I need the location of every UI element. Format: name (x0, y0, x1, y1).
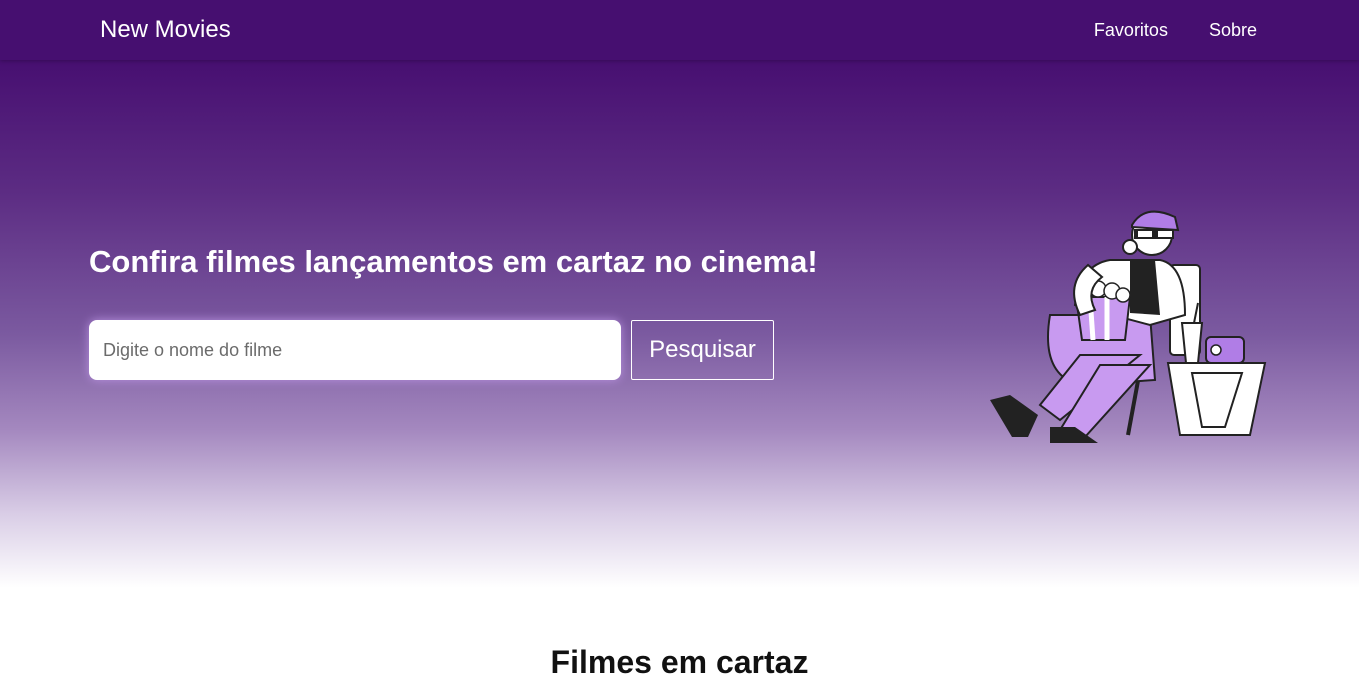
search-button[interactable]: Pesquisar (631, 320, 774, 380)
nav-link-favoritos[interactable]: Favoritos (1094, 19, 1168, 41)
search-input[interactable] (89, 320, 621, 380)
hero-title: Confira filmes lançamentos em cartaz no … (89, 244, 818, 279)
person-watching-movie-illustration (990, 210, 1267, 443)
hero-banner: Confira filmes lançamentos em cartaz no … (0, 60, 1359, 588)
nav-links: Favoritos Sobre (1094, 19, 1257, 41)
section-title: Filmes em cartaz (550, 644, 809, 680)
navbar: New Movies Favoritos Sobre (0, 0, 1359, 60)
brand-link[interactable]: New Movies (100, 16, 231, 44)
nav-link-sobre[interactable]: Sobre (1209, 19, 1257, 41)
